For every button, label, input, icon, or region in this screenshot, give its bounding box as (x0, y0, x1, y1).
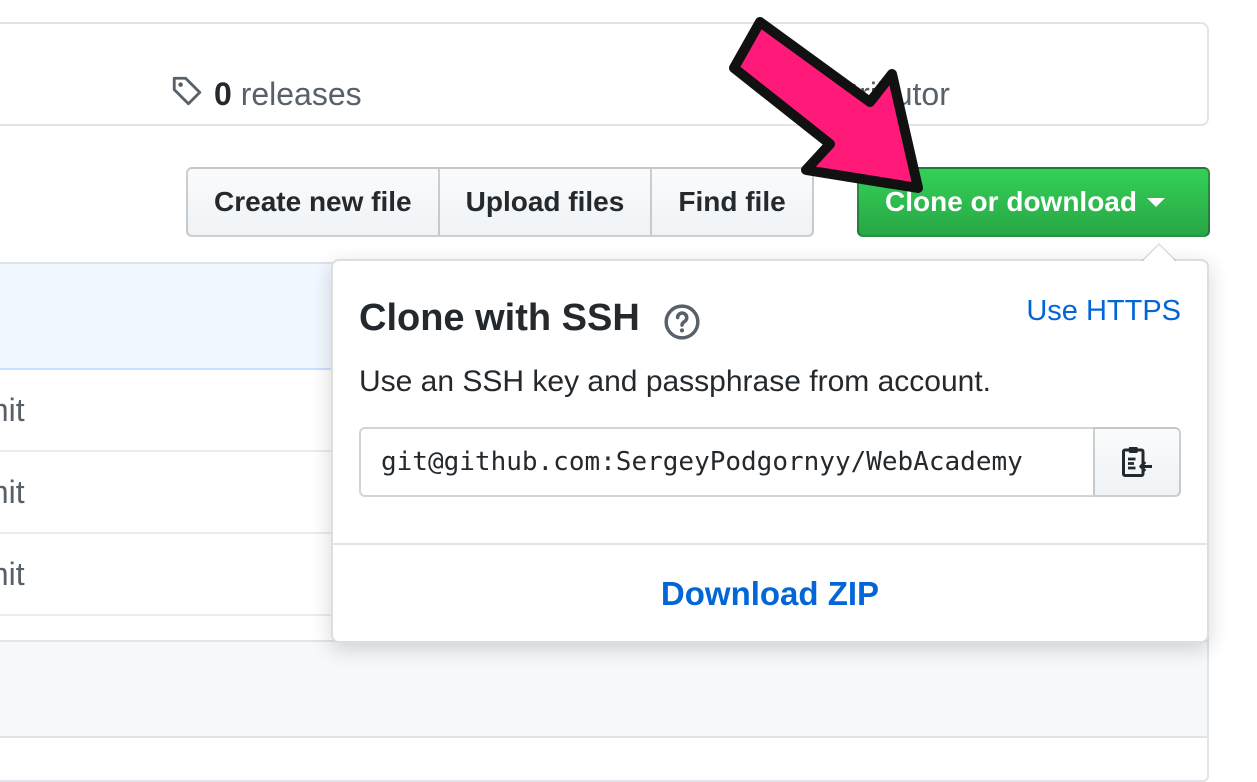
question-circle-icon[interactable] (663, 303, 701, 341)
commit-message: mit (0, 392, 25, 428)
dropdown-divider (333, 543, 1207, 545)
tag-icon (172, 76, 202, 106)
clone-description: Use an SSH key and passphrase from accou… (359, 365, 991, 398)
create-new-file-button[interactable]: Create new file (186, 167, 440, 237)
releases-link[interactable]: 0 releases (172, 76, 362, 113)
clipboard-icon (1122, 447, 1153, 477)
annotation-arrow (729, 17, 923, 193)
commit-message: mit (0, 474, 25, 510)
download-zip-link[interactable]: Download ZIP (333, 575, 1207, 613)
releases-count: 0 (214, 76, 232, 112)
repo-summary-bar: 0 releases 1 contributor (0, 22, 1209, 126)
ssh-url-input[interactable] (359, 427, 1094, 497)
readme-header (0, 640, 1207, 738)
use-https-link[interactable]: Use HTTPS (1026, 295, 1181, 328)
caret-down-icon (1147, 197, 1165, 207)
upload-files-button[interactable]: Upload files (437, 167, 653, 237)
dropdown-pointer (1141, 243, 1177, 261)
releases-label: releases (240, 76, 362, 112)
commit-message: mit (0, 556, 25, 592)
clone-title: Clone with SSH (359, 297, 640, 339)
clone-dropdown: Clone with SSH Use HTTPS Use an SSH key … (331, 243, 1209, 643)
clone-url-group (359, 427, 1181, 497)
copy-url-button[interactable] (1093, 427, 1181, 497)
